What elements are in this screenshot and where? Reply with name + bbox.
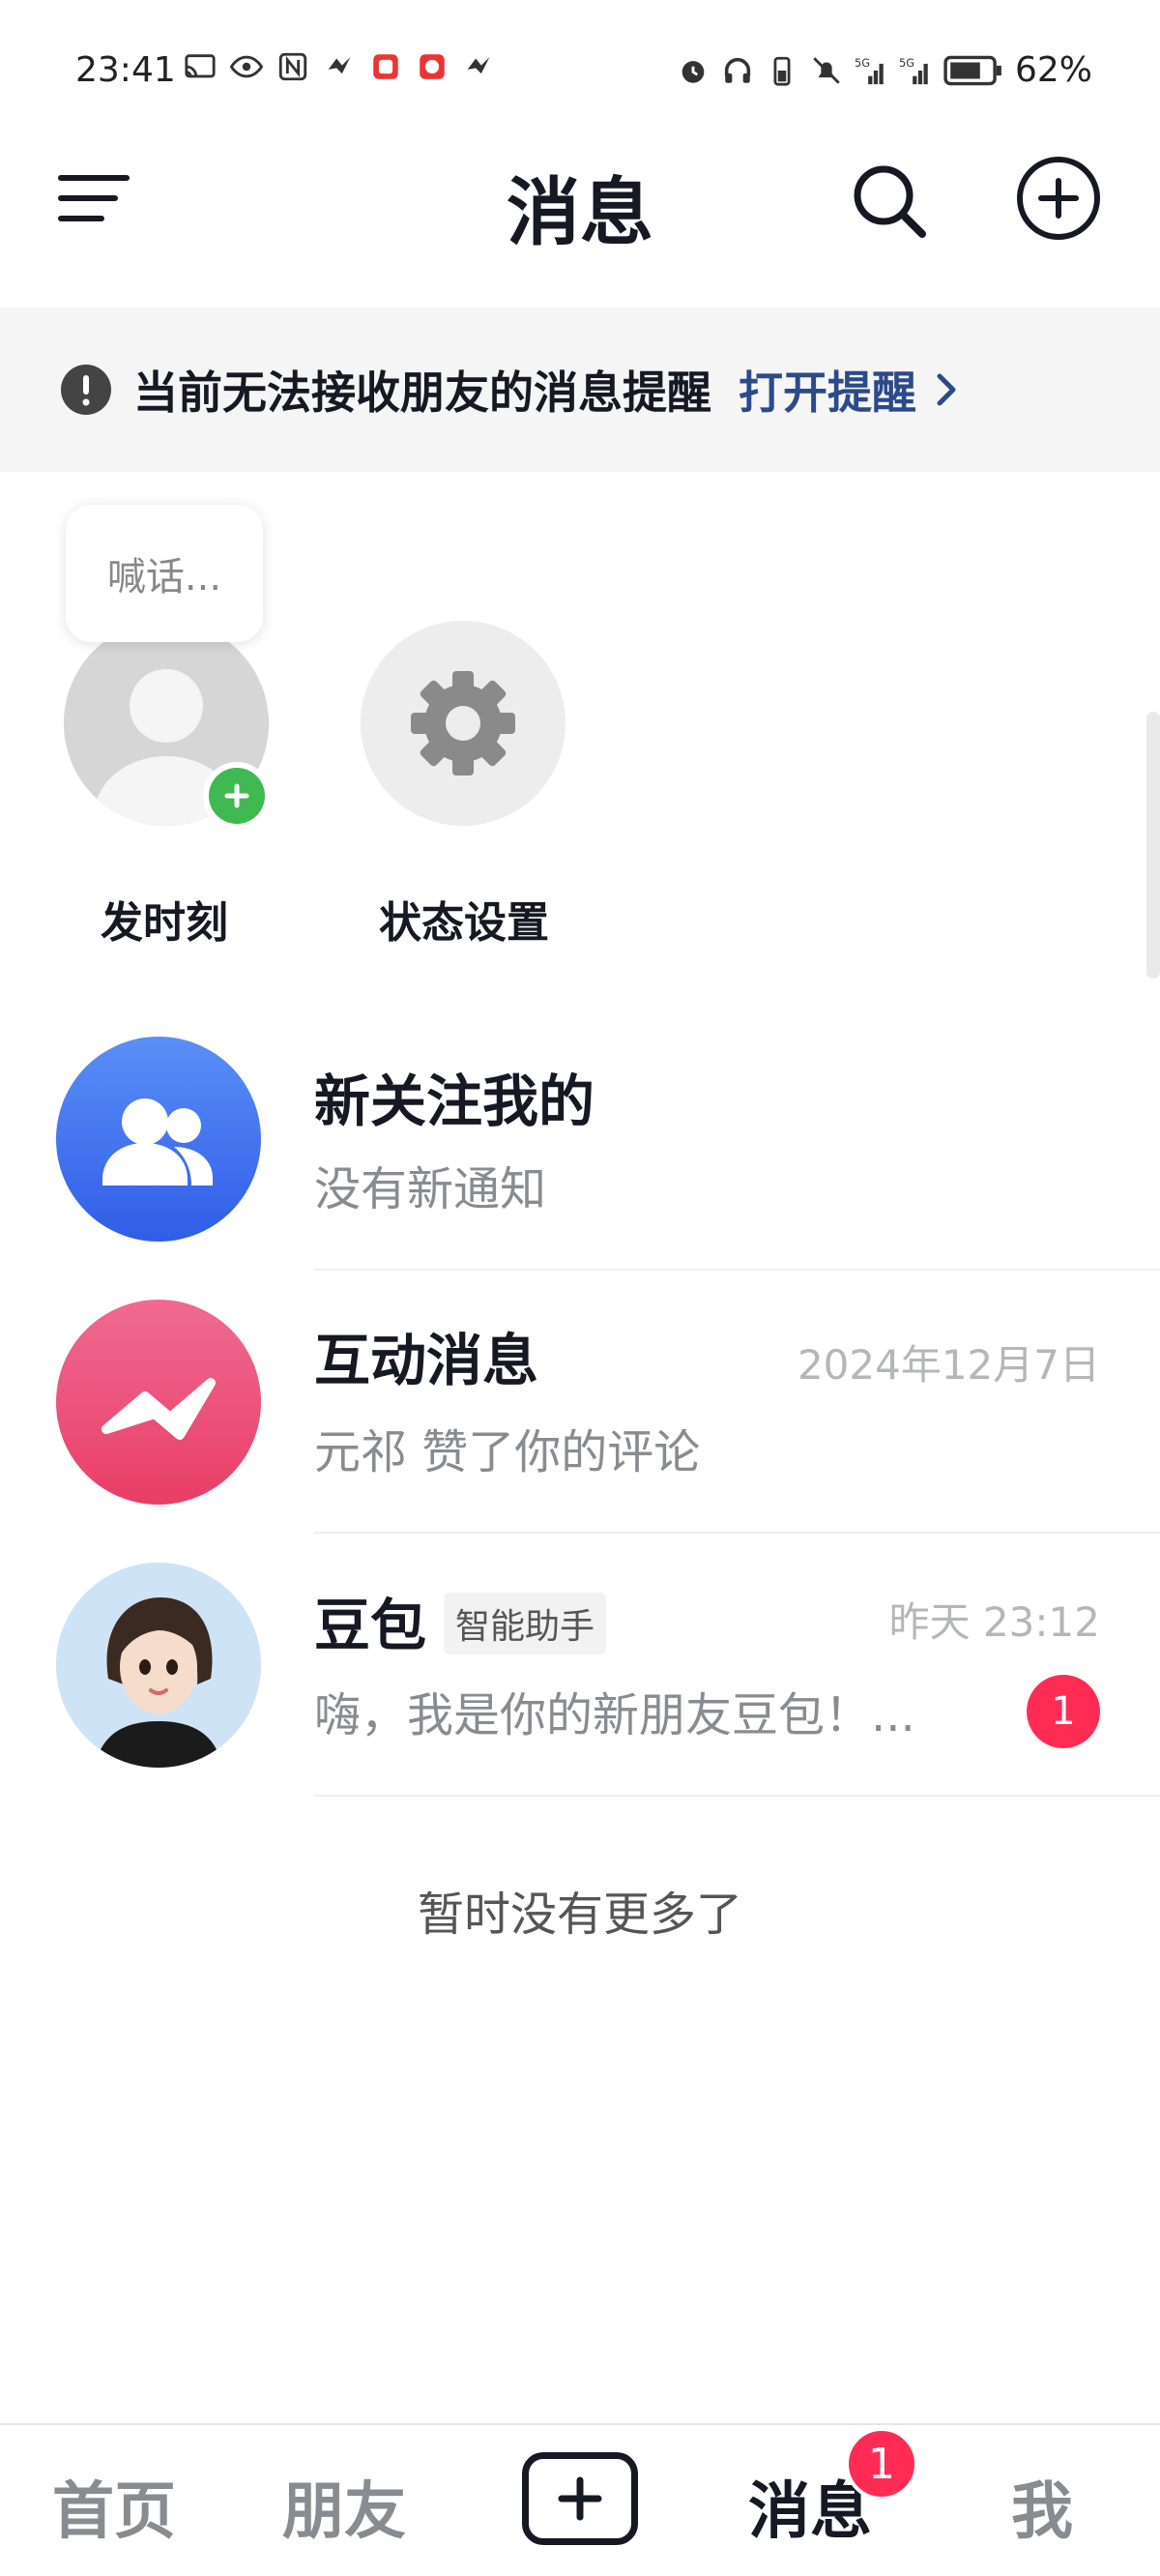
signal-5g-icon: 5G <box>899 55 928 84</box>
add-moment-badge[interactable] <box>203 762 271 830</box>
conversation-title: 豆包 <box>314 1593 427 1658</box>
conversation-title: 新关注我的 <box>314 1068 595 1134</box>
no-more-text: 暂时没有更多了 <box>417 1888 742 1942</box>
status-right: 5G 5G 62% <box>677 50 1092 90</box>
notification-notice-bar[interactable]: 当前无法接收朋友的消息提醒 打开提醒 <box>0 307 1160 472</box>
status-settings-label[interactable]: 状态设置 <box>319 888 609 950</box>
battery-saver-icon <box>773 56 791 86</box>
status-settings-button[interactable] <box>361 621 566 826</box>
conversation-new-followers[interactable]: 新关注我的 没有新通知 <box>0 1006 1160 1267</box>
doubao-avatar <box>56 1563 261 1768</box>
conversation-subtitle: 元祁 赞了你的评论 <box>314 1425 701 1479</box>
svg-text:5G: 5G <box>899 55 914 69</box>
messages-tab-badge: 1 <box>845 2427 918 2501</box>
conversation-doubao[interactable]: 豆包 智能助手 昨天 23:12 嗨，我是你的新朋友豆包！... 1 <box>0 1532 1160 1793</box>
assistant-tag: 智能助手 <box>444 1592 607 1654</box>
gear-icon <box>361 621 566 826</box>
chevron-right-icon <box>937 373 956 406</box>
assistant-avatar-icon <box>56 1563 261 1768</box>
status-time: 23:41 <box>75 50 176 90</box>
lightning-chat-icon <box>102 1378 216 1440</box>
followers-avatar <box>56 1037 261 1242</box>
post-moment-label[interactable]: 发时刻 <box>19 888 309 950</box>
mute-icon <box>813 56 840 84</box>
search-icon[interactable] <box>849 161 930 242</box>
app-icon <box>420 54 445 79</box>
add-circle-icon[interactable] <box>1015 155 1102 242</box>
open-reminder-link[interactable]: 打开提醒 <box>739 358 916 422</box>
status-bar: 23:41 5G 5G 62% <box>0 0 1160 140</box>
alarm-icon <box>682 60 705 83</box>
conversation-time: 2024年12月7日 <box>797 1341 1100 1389</box>
nfc-icon <box>278 52 307 81</box>
conversation-subtitle: 没有新通知 <box>314 1162 547 1216</box>
status-left-icons <box>184 50 495 83</box>
app-icon <box>467 57 490 74</box>
signal-5g-icon: 5G <box>855 55 884 84</box>
notice-text: 当前无法接收朋友的消息提醒 <box>133 366 711 419</box>
users-icon <box>102 1098 213 1186</box>
divider <box>314 1795 1160 1797</box>
shout-bubble[interactable]: 喊话... <box>66 505 263 642</box>
app-icon <box>373 54 398 79</box>
conversation-title: 互动消息 <box>314 1328 539 1393</box>
battery-icon <box>943 55 1001 85</box>
tab-home[interactable]: 首页 <box>52 2462 176 2551</box>
cast-icon <box>185 54 216 78</box>
conversation-time: 昨天 23:12 <box>888 1598 1100 1646</box>
conversation-title-wrap: 豆包 智能助手 <box>314 1580 607 1661</box>
conversation-subtitle: 嗨，我是你的新朋友豆包！... <box>314 1688 915 1742</box>
conversation-interactions[interactable]: 互动消息 2024年12月7日 元祁 赞了你的评论 <box>0 1269 1160 1530</box>
battery-percent: 62% <box>1014 50 1092 90</box>
eye-icon <box>230 55 263 78</box>
scrollbar[interactable] <box>1146 712 1160 979</box>
svg-text:5G: 5G <box>855 55 870 69</box>
plus-icon <box>224 783 249 808</box>
tab-friends[interactable]: 朋友 <box>282 2462 406 2551</box>
plus-icon <box>558 2476 602 2521</box>
page-title: 消息 <box>507 169 653 255</box>
tab-me[interactable]: 我 <box>1011 2462 1073 2551</box>
unread-badge: 1 <box>1027 1675 1100 1748</box>
app-icon <box>328 57 351 74</box>
publish-button[interactable] <box>522 2452 638 2545</box>
interactions-avatar <box>56 1300 261 1505</box>
headphones-icon <box>724 57 751 83</box>
exclamation-icon <box>61 365 111 415</box>
